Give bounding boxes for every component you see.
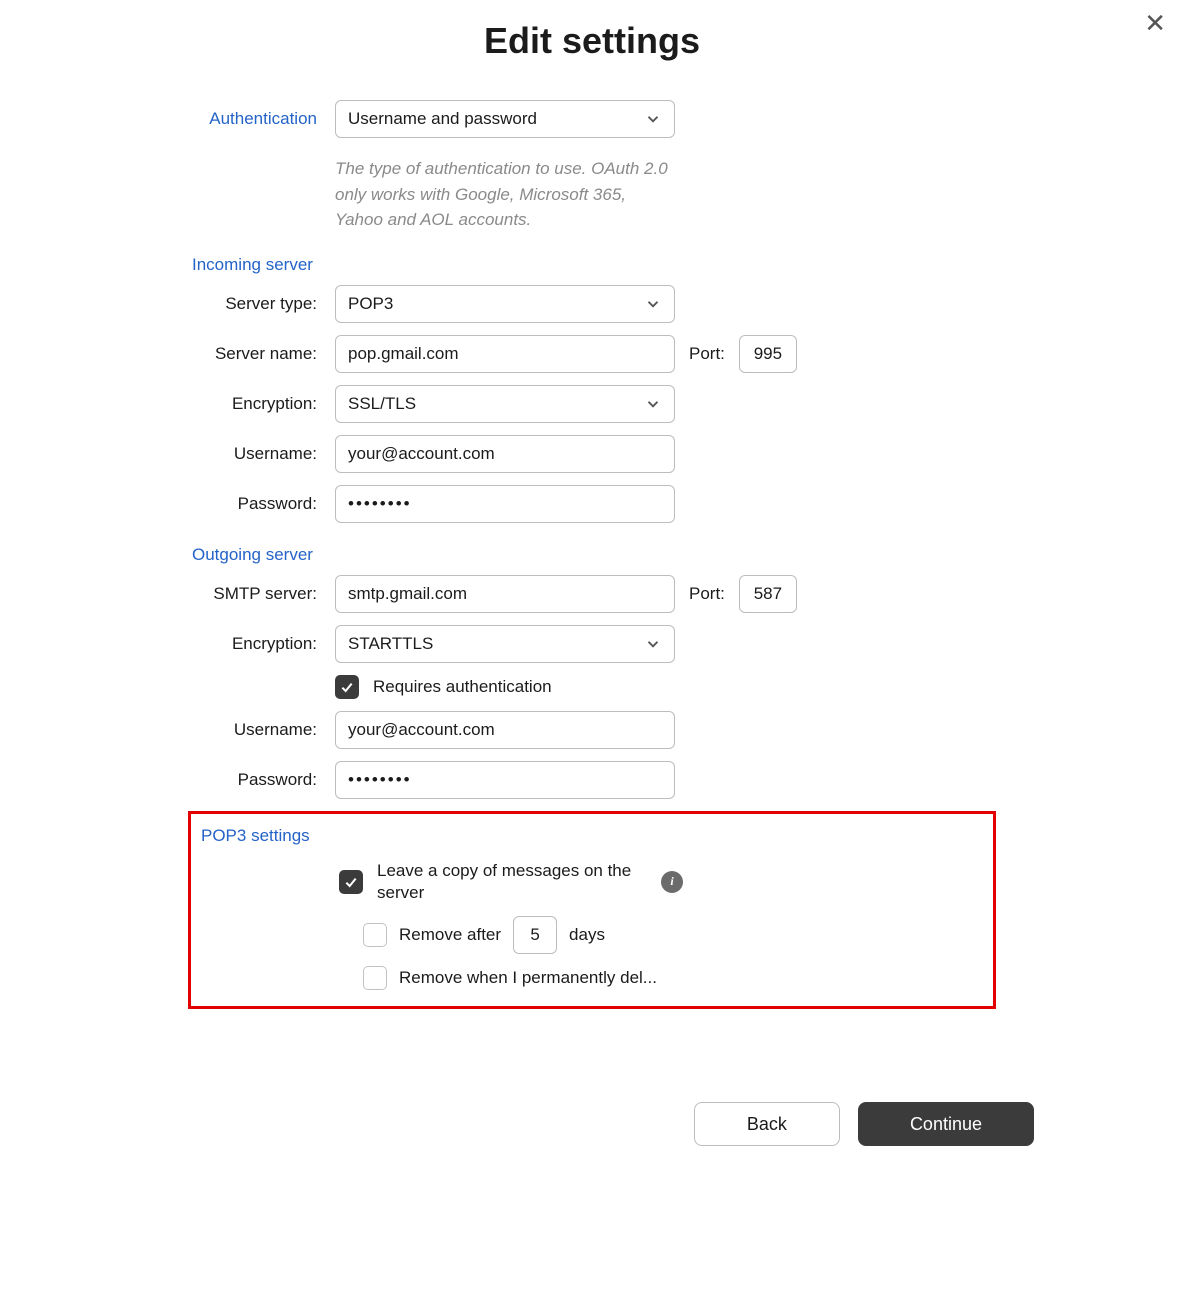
authentication-label: Authentication <box>162 109 317 129</box>
incoming-server-heading: Incoming server <box>192 255 347 275</box>
incoming-port-input[interactable] <box>739 335 797 373</box>
server-type-label: Server type: <box>162 294 317 314</box>
outgoing-port-label: Port: <box>689 584 725 604</box>
chevron-down-icon <box>644 110 662 128</box>
outgoing-encryption-label: Encryption: <box>162 634 317 654</box>
chevron-down-icon <box>644 635 662 653</box>
incoming-password-input[interactable] <box>335 485 675 523</box>
pop3-settings-section: POP3 settings Leave a copy of messages o… <box>188 811 996 1009</box>
incoming-server-type-value: POP3 <box>348 294 393 314</box>
dialog-title: Edit settings <box>162 20 1022 62</box>
incoming-server-type-select[interactable]: POP3 <box>335 285 675 323</box>
leave-copy-label: Leave a copy of messages on the server <box>377 860 647 904</box>
incoming-username-input[interactable] <box>335 435 675 473</box>
remove-after-pre-label: Remove after <box>399 925 501 945</box>
remove-permanently-label: Remove when I permanently del... <box>399 968 657 988</box>
close-icon[interactable]: ✕ <box>1144 8 1166 39</box>
incoming-password-label: Password: <box>162 494 317 514</box>
remove-after-days-input[interactable] <box>513 916 557 954</box>
outgoing-smtp-server-input[interactable] <box>335 575 675 613</box>
outgoing-password-label: Password: <box>162 770 317 790</box>
remove-after-post-label: days <box>569 925 605 945</box>
chevron-down-icon <box>644 295 662 313</box>
incoming-server-name-input[interactable] <box>335 335 675 373</box>
dialog-footer: Back Continue <box>694 1102 1034 1146</box>
requires-authentication-label: Requires authentication <box>373 677 552 697</box>
requires-authentication-checkbox[interactable] <box>335 675 359 699</box>
back-button[interactable]: Back <box>694 1102 840 1146</box>
continue-button[interactable]: Continue <box>858 1102 1034 1146</box>
outgoing-port-input[interactable] <box>739 575 797 613</box>
incoming-username-label: Username: <box>162 444 317 464</box>
authentication-help-text: The type of authentication to use. OAuth… <box>335 156 675 233</box>
server-name-label: Server name: <box>162 344 317 364</box>
leave-copy-checkbox[interactable] <box>339 870 363 894</box>
authentication-value: Username and password <box>348 109 537 129</box>
outgoing-encryption-select[interactable]: STARTTLS <box>335 625 675 663</box>
smtp-server-label: SMTP server: <box>162 584 317 604</box>
chevron-down-icon <box>644 395 662 413</box>
edit-settings-dialog: Edit settings Authentication Username an… <box>162 0 1022 1009</box>
remove-permanently-checkbox[interactable] <box>363 966 387 990</box>
outgoing-password-input[interactable] <box>335 761 675 799</box>
authentication-select[interactable]: Username and password <box>335 100 675 138</box>
pop3-settings-heading: POP3 settings <box>201 826 975 846</box>
incoming-port-label: Port: <box>689 344 725 364</box>
incoming-encryption-label: Encryption: <box>162 394 317 414</box>
outgoing-username-label: Username: <box>162 720 317 740</box>
outgoing-server-heading: Outgoing server <box>192 545 347 565</box>
outgoing-encryption-value: STARTTLS <box>348 634 433 654</box>
incoming-encryption-value: SSL/TLS <box>348 394 416 414</box>
incoming-encryption-select[interactable]: SSL/TLS <box>335 385 675 423</box>
outgoing-username-input[interactable] <box>335 711 675 749</box>
info-icon[interactable]: i <box>661 871 683 893</box>
remove-after-checkbox[interactable] <box>363 923 387 947</box>
